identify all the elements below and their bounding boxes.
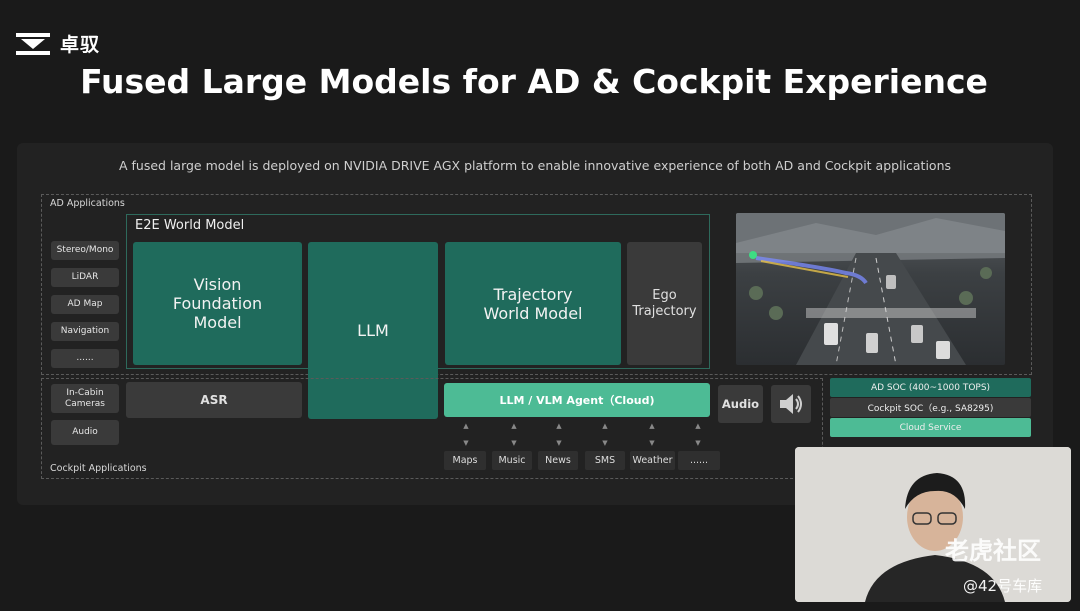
arrow-more: ▲ ▼ [695, 422, 701, 447]
cockpit-applications-label: Cockpit Applications [50, 463, 147, 474]
app-sms: SMS [585, 451, 625, 470]
arrow-news: ▲ ▼ [556, 422, 562, 447]
llm-vlm-agent-box: LLM / VLM Agent（Cloud) [444, 383, 710, 417]
ad-input-more: ...... [51, 349, 119, 368]
arrow-maps: ▲ ▼ [463, 422, 469, 447]
llm-label: LLM [357, 321, 389, 340]
ego-trajectory-label: Ego Trajectory [632, 287, 697, 319]
asr-box: ASR [126, 382, 302, 418]
slide-subtitle: A fused large model is deployed on NVIDI… [118, 158, 952, 173]
brand-logo: 卓驭 [16, 30, 100, 57]
driving-scene-illustration [736, 213, 1005, 365]
ad-applications-label: AD Applications [50, 198, 125, 209]
app-music: Music [492, 451, 532, 470]
presenter-video: 老虎社区 @42号车库 [795, 447, 1071, 602]
trajectory-world-model-box: Trajectory World Model [445, 242, 621, 365]
ad-input-ad-map: AD Map [51, 295, 119, 314]
llm-vlm-agent-label: LLM / VLM Agent（Cloud) [499, 394, 655, 407]
ad-soc-bar: AD SOC (400~1000 TOPS) [830, 378, 1031, 397]
ad-input-navigation: Navigation [51, 322, 119, 341]
cockpit-input-audio: Audio [51, 420, 119, 445]
app-more: ...... [678, 451, 720, 470]
audio-output-box: Audio [718, 385, 763, 423]
watermark-text: 老虎社区 [945, 537, 1041, 565]
cloud-service-bar: Cloud Service [830, 418, 1031, 437]
cockpit-soc-bar: Cockpit SOC（e.g., SA8295) [830, 398, 1031, 417]
ego-trajectory-box: Ego Trajectory [627, 242, 702, 365]
driving-scene-image [736, 213, 1005, 365]
asr-label: ASR [200, 393, 228, 407]
audio-output-label: Audio [721, 397, 760, 411]
trajectory-world-model-label: Trajectory World Model [483, 284, 583, 323]
e2e-world-model-label: E2E World Model [135, 218, 245, 233]
app-news: News [538, 451, 578, 470]
vision-foundation-model-label: Vision Foundation Model [172, 275, 263, 332]
arrow-sms: ▲ ▼ [602, 422, 608, 447]
slide-title: Fused Large Models for AD & Cockpit Expe… [80, 62, 988, 101]
speaker-box [771, 385, 811, 423]
vision-foundation-model-box: Vision Foundation Model [133, 242, 302, 365]
arrow-music: ▲ ▼ [511, 422, 517, 447]
speaker-icon [780, 394, 802, 414]
cockpit-input-in-cabin-cameras: In-Cabin Cameras [51, 384, 119, 413]
brand-name: 卓驭 [60, 34, 101, 56]
arrow-weather: ▲ ▼ [649, 422, 655, 447]
ad-input-stereo-mono: Stereo/Mono [51, 241, 119, 260]
ad-input-lidar: LiDAR [51, 268, 119, 287]
logo-icon [16, 32, 50, 55]
watermark-handle: @42号车库 [963, 577, 1043, 595]
app-weather: Weather [630, 451, 675, 470]
app-maps: Maps [444, 451, 486, 470]
